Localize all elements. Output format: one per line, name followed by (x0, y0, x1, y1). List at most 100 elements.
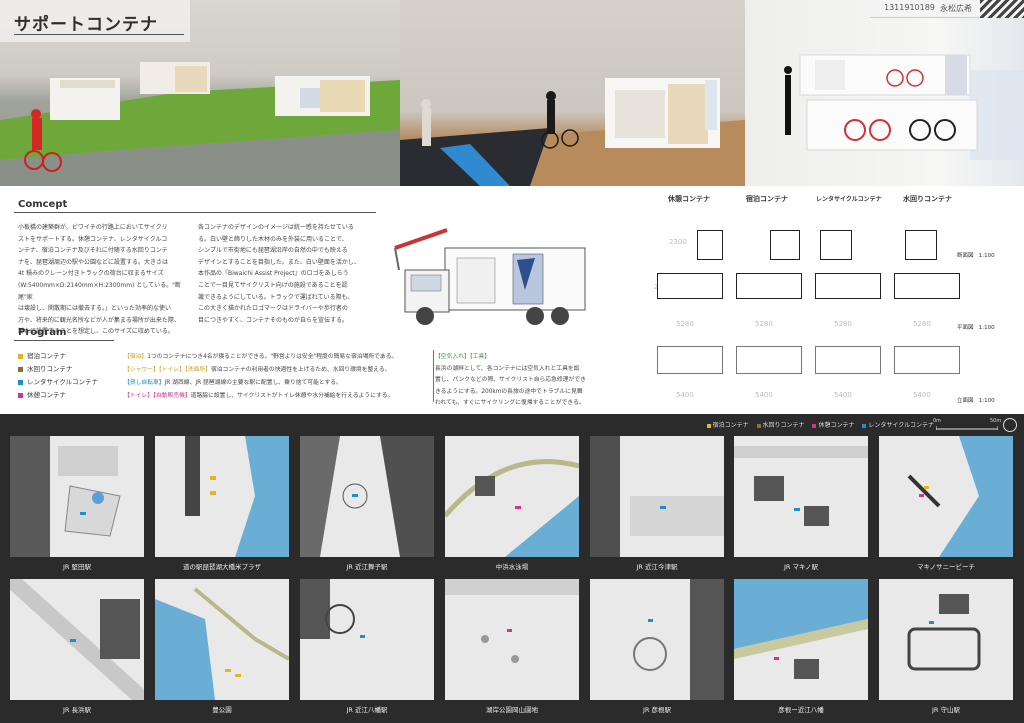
notes-line: われても、すぐにサイクリングに復帰することができる。 (435, 400, 585, 406)
legend-label: レンタサイクルコンテナ (27, 378, 99, 386)
plan-scale-value: 1:100 (978, 325, 995, 331)
site-map (445, 579, 579, 700)
concept-line: 本作品の『Biwaichi Assist Project』のロゴをあしらう (198, 270, 349, 278)
drawing-head-lodging: 宿泊コンテナ (746, 195, 788, 203)
scale-end: 50m (990, 418, 1002, 424)
site-map (155, 579, 289, 700)
map-legend-water: 水回りコンテナ (756, 422, 805, 429)
height-dim: 2300 (669, 238, 687, 246)
site-map (10, 579, 144, 700)
plan-rental (815, 273, 881, 299)
site-map (879, 436, 1013, 557)
concept-line: デザインとすることを目指した。また、白い壁面を活かし、 (198, 258, 360, 266)
elevation-rental (815, 346, 881, 374)
elevation-water (894, 346, 960, 374)
concept-text-col1: 小板橋の建築群が、ビワイチの行路上においてサイクリ ストをサポートする。休憩コン… (18, 222, 186, 338)
program-tag: 【トイレ】【自動販売機】 (124, 393, 191, 399)
section-rental (820, 230, 852, 260)
concept-line: る。白い壁と飾りした木材のみを外装に用いることで、 (198, 235, 348, 243)
length-dim: 5400 (755, 391, 773, 399)
concept-line: (W:5400mm×D:2140mm×H:2300mm) としている。"断尾"家 (18, 281, 181, 301)
notes-bar (433, 350, 434, 402)
elevation-scale-value: 1:100 (978, 398, 995, 404)
section-lodging (770, 230, 800, 260)
notes-line: 置し、パンクなどの際、サイクリスト自ら応急修理ができ (435, 377, 586, 383)
map-legend-rental: レンタサイクルコンテナ (862, 422, 934, 429)
site-map (879, 579, 1013, 700)
map-label: 道の駅琵琶湖大橋米プラザ (183, 563, 261, 571)
drawing-head-rental: レンタサイクルコンテナ (816, 196, 882, 203)
program-notes: 【空気入れ】【工具】 長浜の湖畔として、各コンテナには空気入れと工具を設 置し、… (435, 352, 610, 410)
concept-text-col2: 各コンテナのデザインのイメージは統一感を持たせている る。白い壁と飾りした木材の… (198, 222, 376, 326)
concept-line: は壊設し、閑散期には撤去する。」といった効率的な使い (18, 305, 172, 313)
length-dim: 5400 (913, 391, 931, 399)
concept-line: ストをサポートする。休憩コンテナ、レンタサイクルコ (18, 235, 168, 243)
program-tag: 【宿泊】 (124, 354, 148, 360)
model-photo-road (400, 0, 745, 186)
legend-item-rest: 休憩コンテナ (18, 389, 66, 399)
map-label: JR 近江今津駅 (636, 563, 678, 571)
site-map (590, 436, 724, 557)
legend-label: 休憩コンテナ (27, 391, 66, 399)
map-label: 豊公園 (212, 706, 232, 714)
section-scale-value: 1:100 (978, 253, 995, 259)
concept-line: 識できるようにしている。トラックで運ばれている際も、 (198, 293, 354, 301)
map-label: JR 長浜駅 (63, 706, 91, 714)
concept-line: ことで一目見てサイクリスト向けの施設であることを認 (198, 281, 348, 289)
map-label: JR 堅田駅 (63, 563, 91, 571)
map-legend-rest: 休憩コンテナ (812, 422, 854, 429)
map-label: 中浜水泳場 (495, 563, 529, 571)
program-tag: 【貸し自転車】 (124, 380, 165, 386)
length-dim: 5400 (676, 391, 694, 399)
concept-line: 小板橋の建築群が、ビワイチの行路上においてサイクリ (18, 224, 168, 231)
swatch-lodging (18, 353, 23, 359)
concept-line: 方や、将来的に観光名所などが人が集まる場所が出来た際、 (18, 316, 180, 324)
concept-heading: Comcept (18, 199, 68, 210)
model-photo-stacked (745, 0, 1024, 186)
title-box: サポートコンテナ (0, 0, 190, 42)
corner-stripes (980, 0, 1024, 18)
legend-label: 水回りコンテナ (27, 365, 73, 373)
photo-band: サポートコンテナ 1311910189 永松広希 (0, 0, 1024, 186)
elevation-rest (657, 346, 723, 374)
program-line-water: 【シャワー】【トイレ】【洗面所】宿泊コンテナの利用者の快適性を上げるため、水回り… (124, 364, 390, 373)
site-map (300, 579, 434, 700)
program-line-lodging: 【宿泊】1つのコンテナにつき4名が寝ることができる。"野営よりは安全"程度の簡易… (124, 351, 397, 360)
program-text: 1つのコンテナにつき4名が寝ることができる。"野営よりは安全"程度の簡易な宿泊場… (147, 354, 398, 360)
concept-line: 4t 積みのクレーン付きトラックの荷台に収まるサイズ (18, 270, 164, 278)
concept-line: ナを、琵琶湖周辺の駅や公園などに設置する。大きさは (18, 258, 169, 266)
width-dim: 5280 (834, 320, 852, 328)
program-text: 道路脇に設置し、サイクリストがトイレ休憩や水分補給を行えるようにする。 (190, 393, 394, 399)
section-rest (697, 230, 723, 260)
plan-lodging (736, 273, 802, 299)
program-heading: Program (18, 327, 67, 338)
program-line-rest: 【トイレ】【自動販売機】道路脇に設置し、サイクリストがトイレ休憩や水分補給を行え… (124, 390, 393, 399)
map-label: JR 彦根駅 (643, 706, 671, 714)
author-name: 永松広希 (940, 4, 972, 13)
section-water (905, 230, 937, 260)
swatch-water (18, 366, 23, 372)
concept-line: シンプルで市街地にも琵琶湖沿岸の自然の中でも映える (198, 247, 348, 255)
concept-line: ンテナ、宿泊コンテナ及びそれに付随する水回りコンテ (18, 247, 168, 255)
site-map (445, 436, 579, 557)
width-dim: 5280 (913, 320, 931, 328)
length-dim: 5400 (834, 391, 852, 399)
section-label: 断面図 (957, 253, 974, 259)
elevation-scale: 立面図 1:100 (957, 396, 995, 404)
map-label: JR 近江八幡駅 (346, 706, 388, 714)
map-label: マキノサニービーチ (916, 563, 976, 571)
site-map (10, 436, 144, 557)
program-rule (14, 340, 114, 341)
map-label: 彦根ー近江八幡 (778, 706, 824, 714)
map-label: 湖岸公園岡山園地 (486, 706, 538, 714)
concept-rule (14, 212, 376, 213)
plan-water (894, 273, 960, 299)
truck-sketch (394, 228, 586, 325)
drawing-head-water: 水回りコンテナ (903, 195, 952, 203)
concept-line: 各コンテナのデザインのイメージは統一感を持たせている (198, 224, 354, 231)
site-map (155, 436, 289, 557)
plan-label: 平面図 (957, 325, 974, 331)
legend-item-lodging: 宿泊コンテナ (18, 350, 66, 360)
drawing-head-rest: 休憩コンテナ (668, 195, 710, 203)
author-id: 1311910189 (884, 3, 935, 12)
